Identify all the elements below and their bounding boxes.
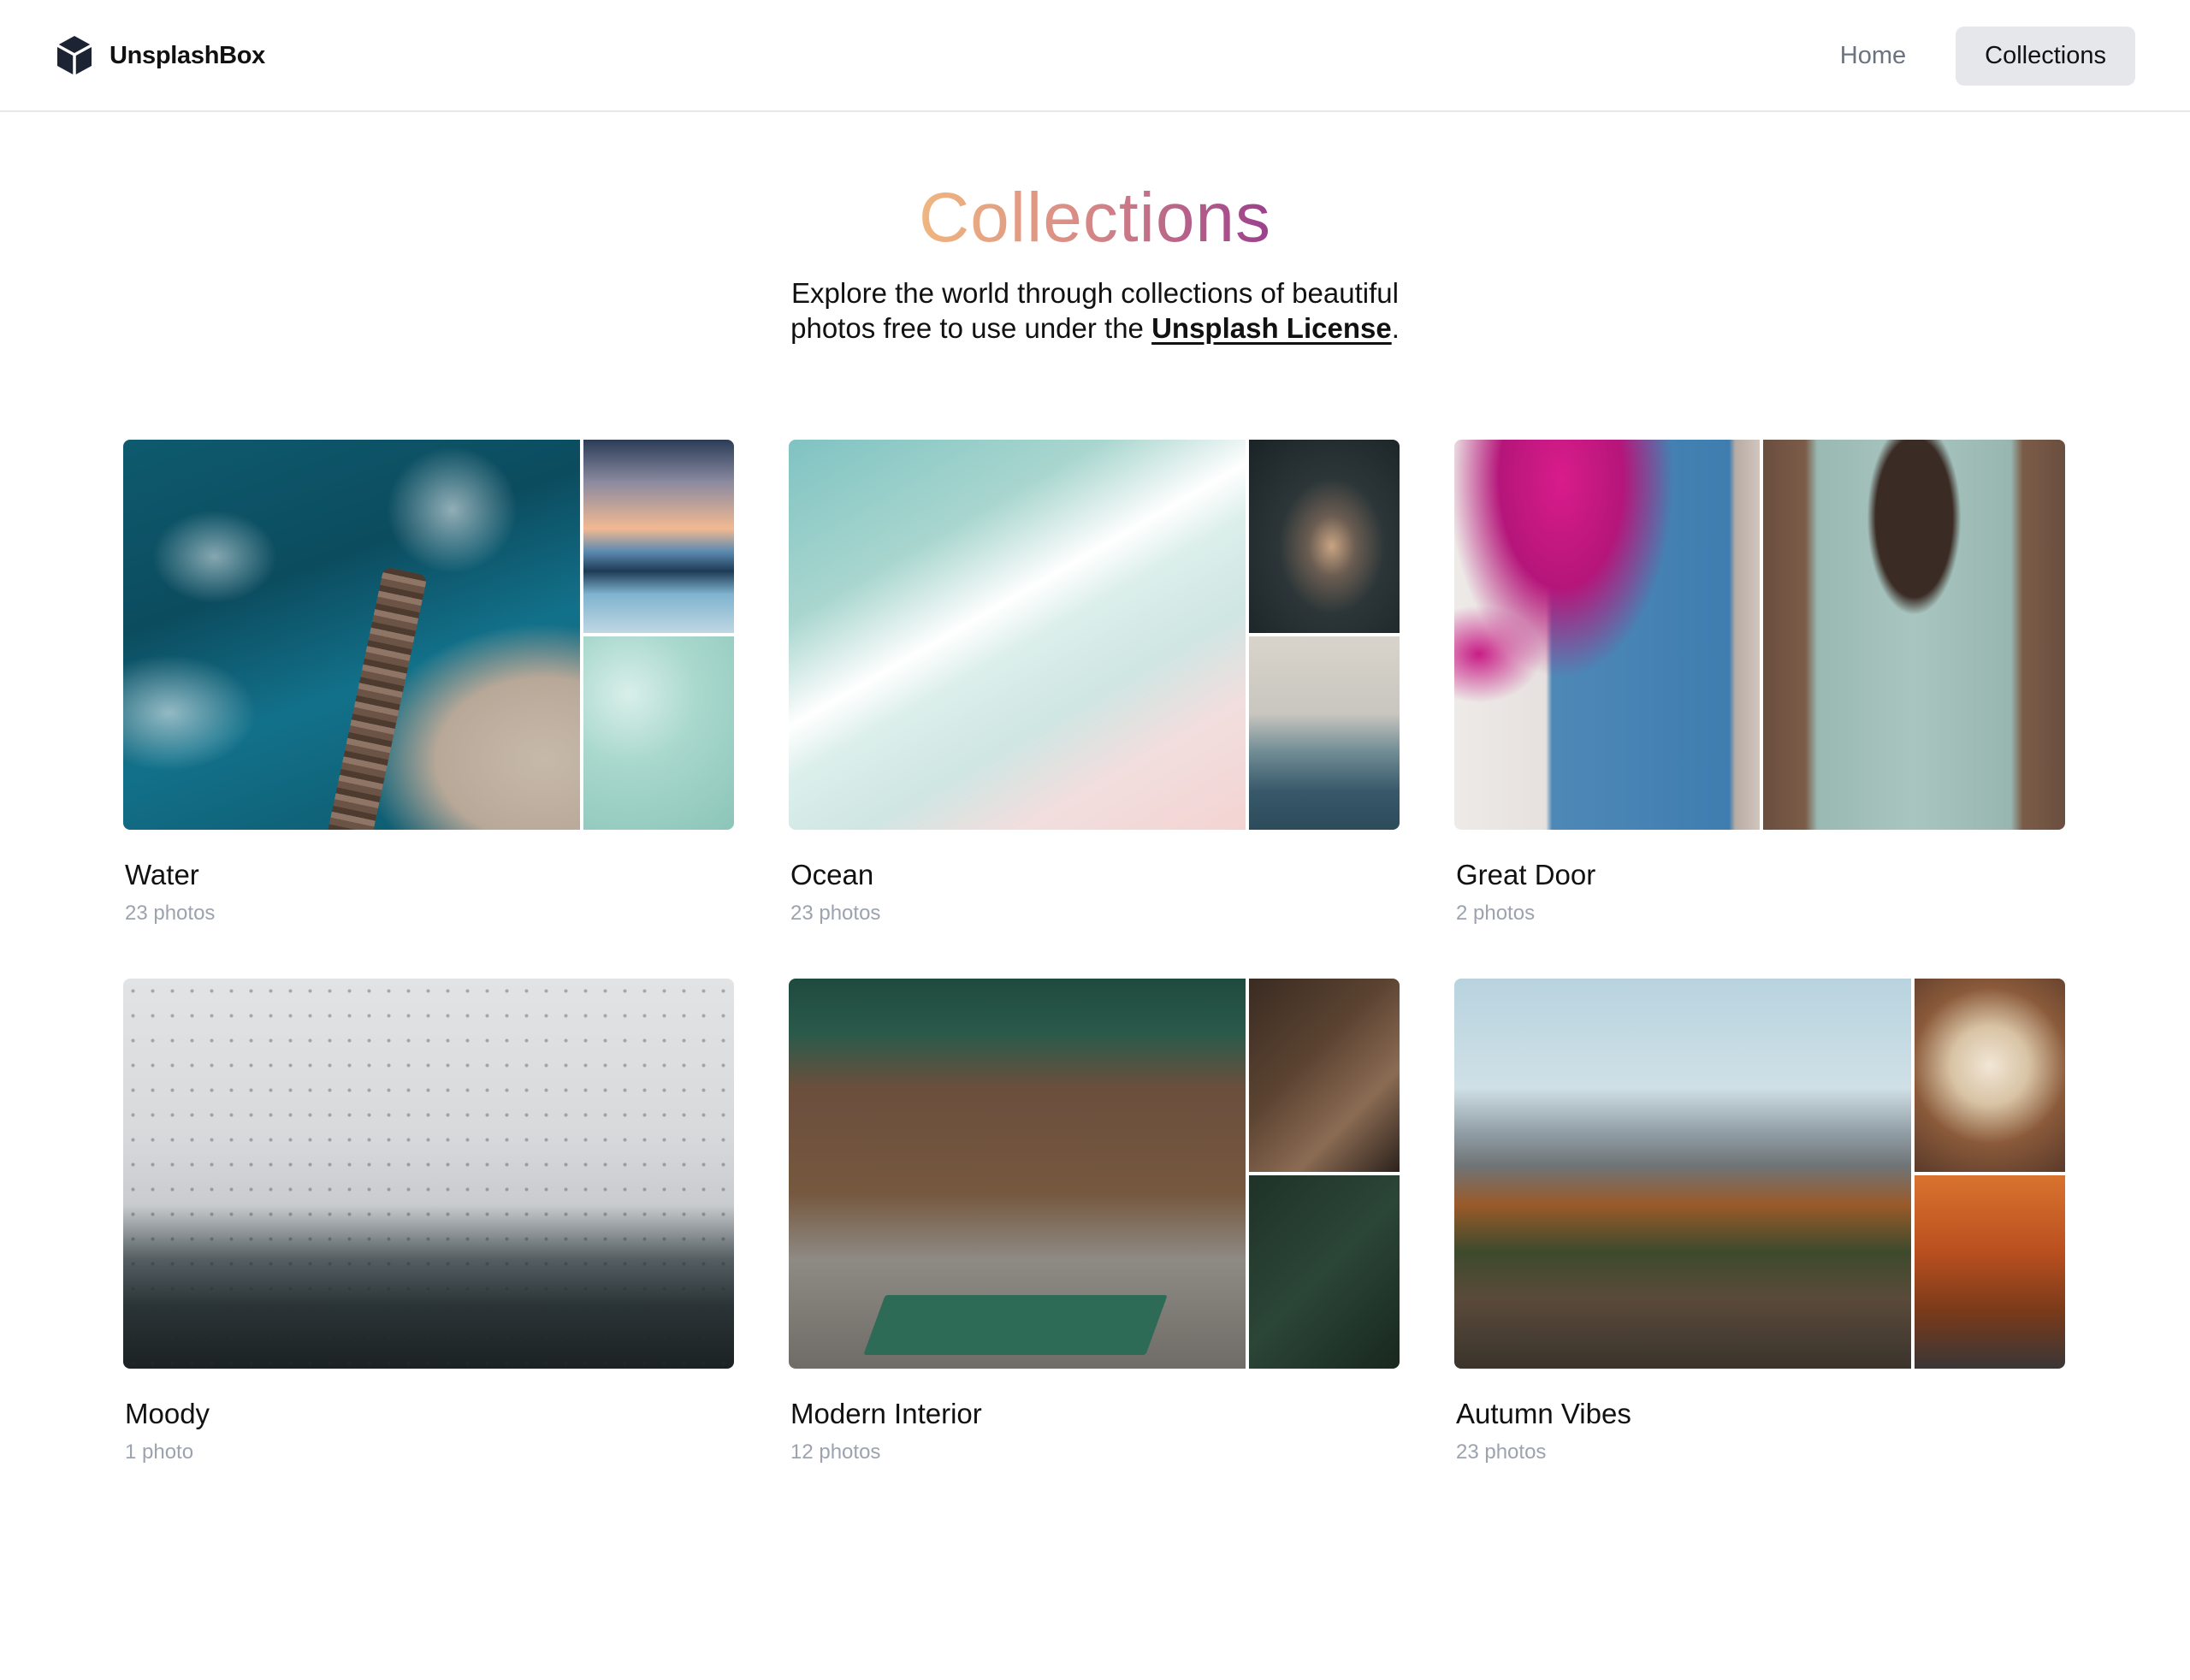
collection-mosaic[interactable] [123, 979, 734, 1369]
collection-mosaic[interactable] [789, 979, 1400, 1369]
collection-photo [789, 440, 1246, 830]
collection-title: Modern Interior [790, 1398, 982, 1429]
cube-logo-icon [56, 36, 92, 75]
collection-photo [1763, 440, 2065, 830]
collection-count: 23 photos [125, 902, 216, 925]
nav-home[interactable]: Home [1811, 27, 1935, 86]
collection-photo [123, 979, 734, 1369]
collection-title: Water [125, 859, 199, 890]
collection-photo [1454, 979, 1911, 1369]
collection-photo [1454, 440, 1760, 830]
collection-photo [1249, 979, 1400, 1172]
collection-card-autumn-vibes[interactable]: Autumn Vibes 23 photos [1454, 979, 2065, 1464]
page-title: Collections [918, 179, 1272, 257]
collection-title: Great Door [1456, 859, 1596, 890]
collection-photo [1249, 440, 1400, 633]
collection-photo [789, 979, 1246, 1369]
nav-collections[interactable]: Collections [1956, 27, 2135, 86]
collection-photo [583, 440, 734, 633]
site-header: UnsplashBox Home Collections [0, 0, 2190, 112]
collection-count: 12 photos [790, 1440, 881, 1464]
main-nav: Home Collections [1811, 27, 2135, 86]
page-subtitle: Explore the world through collections of… [790, 277, 1400, 344]
collection-card-great-door[interactable]: Great Door 2 photos [1454, 440, 2065, 926]
collection-photo [1249, 1175, 1400, 1369]
collection-card-water[interactable]: Water 23 photos [123, 440, 734, 926]
collection-card-moody[interactable]: Moody 1 photo [123, 979, 734, 1464]
collection-title: Ocean [790, 859, 874, 890]
collection-count: 23 photos [790, 902, 881, 925]
collection-count: 1 photo [125, 1440, 194, 1464]
collection-photo [583, 636, 734, 830]
collection-mosaic[interactable] [789, 440, 1400, 830]
collection-count: 2 photos [1456, 902, 1536, 925]
collection-count: 23 photos [1456, 1440, 1547, 1464]
collection-photo [1915, 1175, 2065, 1369]
collection-title: Autumn Vibes [1456, 1398, 1631, 1429]
collection-mosaic[interactable] [123, 440, 734, 830]
collection-mosaic[interactable] [1454, 979, 2065, 1369]
brand-link[interactable]: UnsplashBox [55, 34, 265, 77]
collection-mosaic[interactable] [1454, 440, 2065, 830]
collection-title: Moody [125, 1398, 210, 1429]
collection-card-modern-interior[interactable]: Modern Interior 12 photos [789, 979, 1400, 1464]
collection-photo [1915, 979, 2065, 1172]
unsplash-license-link[interactable]: Unsplash License [1151, 312, 1392, 344]
collection-photo [1249, 636, 1400, 830]
brand-name: UnsplashBox [110, 41, 266, 69]
collection-card-ocean[interactable]: Ocean 23 photos [789, 440, 1400, 926]
collection-photo [123, 440, 580, 830]
